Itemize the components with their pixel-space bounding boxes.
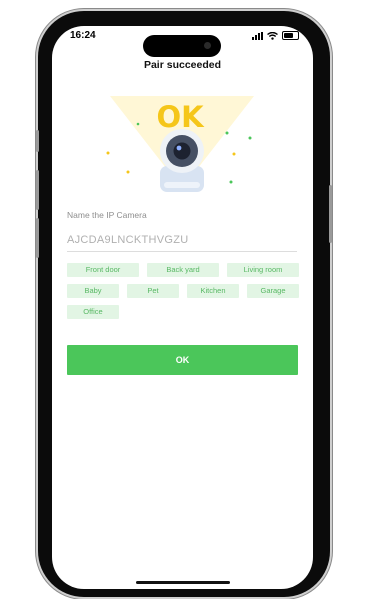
wifi-icon: [267, 31, 278, 40]
name-chip-garage[interactable]: Garage: [247, 284, 299, 298]
battery-icon: [282, 31, 299, 40]
name-chip-office[interactable]: Office: [67, 305, 119, 319]
confetti-dot: [229, 180, 233, 184]
dynamic-island: [143, 35, 221, 57]
ip-camera-icon: [160, 129, 204, 192]
ok-badge: OK: [156, 100, 205, 134]
app-screen: 16:24 Pair succeeded OK Name the IP Came…: [52, 26, 313, 589]
camera-name-label: Name the IP Camera: [67, 210, 147, 220]
pair-success-illustration: OK: [106, 96, 254, 192]
name-chip-back-yard[interactable]: Back yard: [147, 263, 219, 277]
confetti-dot: [248, 136, 252, 140]
status-bar: 16:24: [52, 26, 313, 57]
name-chip-living-room[interactable]: Living room: [227, 263, 299, 277]
volume-up-button: [36, 170, 39, 210]
confetti-dot: [232, 152, 236, 156]
name-chip-pet[interactable]: Pet: [127, 284, 179, 298]
cellular-signal-icon: [252, 31, 263, 40]
name-chip-baby[interactable]: Baby: [67, 284, 119, 298]
ok-button[interactable]: OK: [67, 345, 298, 375]
front-camera-icon: [204, 42, 211, 49]
home-indicator[interactable]: [136, 581, 230, 584]
mute-switch: [36, 130, 39, 152]
status-time: 16:24: [70, 30, 96, 41]
name-chip-front-door[interactable]: Front door: [67, 263, 139, 277]
confetti-dot: [106, 151, 110, 155]
volume-down-button: [36, 218, 39, 258]
camera-name-input[interactable]: [67, 229, 297, 252]
status-icons: [252, 31, 299, 40]
confetti-dot: [225, 131, 229, 135]
confetti-dot: [136, 122, 140, 126]
confetti-dot: [126, 170, 130, 174]
page-title: Pair succeeded: [143, 59, 222, 71]
power-button: [329, 185, 332, 243]
name-chip-kitchen[interactable]: Kitchen: [187, 284, 239, 298]
